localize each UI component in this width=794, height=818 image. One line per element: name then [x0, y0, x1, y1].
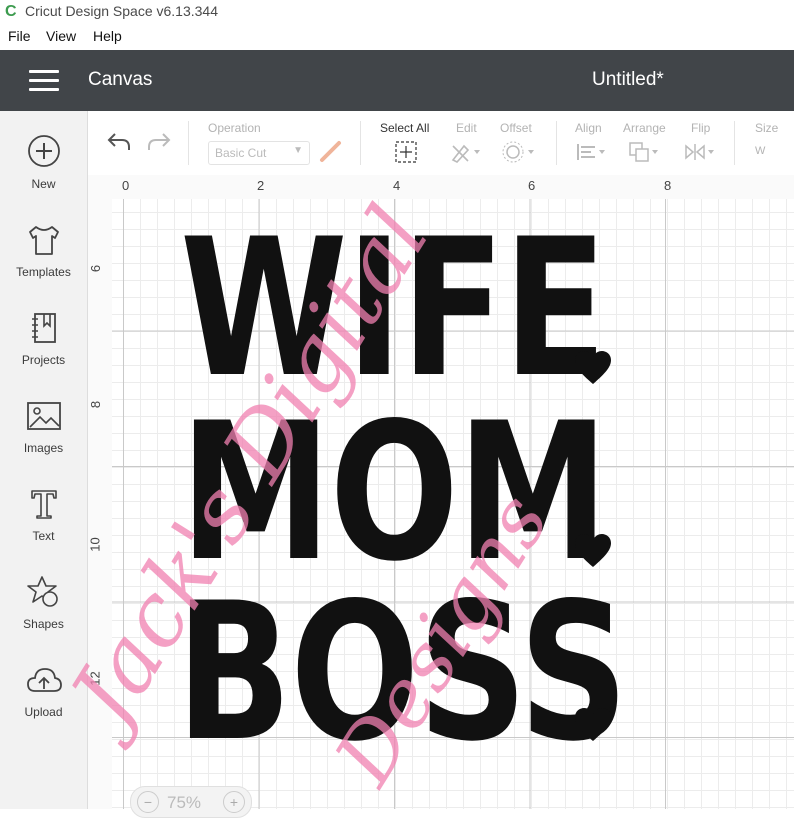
edit-icon[interactable]: [450, 140, 482, 164]
document-title[interactable]: Untitled*: [592, 69, 664, 91]
cloud-upload-icon: [26, 668, 62, 692]
menu-view[interactable]: View: [46, 28, 76, 44]
select-all-label: Select All: [380, 121, 430, 135]
sidebar-item-upload[interactable]: Upload: [0, 661, 87, 741]
arrange-icon[interactable]: [628, 140, 662, 164]
tshirt-icon: [28, 226, 59, 255]
design-word-boss[interactable]: BOSS: [176, 578, 628, 768]
ruler-mark: 8: [664, 178, 672, 193]
horizontal-ruler: 0 2 4 6 8: [88, 175, 794, 200]
sidebar-label-new: New: [31, 177, 56, 191]
sidebar-item-images[interactable]: Images: [0, 397, 87, 477]
flip-label: Flip: [691, 121, 711, 135]
title-bar: C Cricut Design Space v6.13.344: [0, 0, 794, 24]
zoom-out-button[interactable]: −: [137, 791, 159, 813]
zoom-control: − 75% +: [130, 786, 252, 818]
shapes-icon: [26, 576, 58, 607]
select-all-icon[interactable]: [394, 140, 418, 164]
ruler-mark: 10: [87, 537, 103, 552]
ruler-mark: 6: [88, 264, 104, 273]
ruler-mark: 6: [528, 178, 536, 193]
sidebar-label-upload: Upload: [24, 705, 63, 719]
sidebar-item-templates[interactable]: Templates: [0, 221, 87, 301]
hamburger-menu-icon[interactable]: [29, 70, 59, 92]
offset-label: Offset: [500, 121, 532, 135]
edit-toolbar: Operation Basic Cut ▼ Select All Edit Of…: [88, 111, 794, 176]
section-title: Canvas: [88, 69, 153, 90]
design-word-wife[interactable]: WIFE: [180, 214, 607, 404]
align-icon[interactable]: [575, 140, 609, 164]
plus-circle-icon: [27, 135, 60, 167]
sidebar-label-images: Images: [23, 441, 64, 455]
text-icon: [30, 490, 57, 519]
vertical-ruler: 6 8 10 12: [88, 199, 113, 809]
ruler-mark: 2: [257, 178, 265, 193]
menu-file[interactable]: File: [8, 28, 31, 44]
toolbar-divider: [556, 121, 557, 165]
toolbar-divider: [360, 121, 361, 165]
image-icon: [26, 402, 61, 430]
left-sidebar: New Templates Projects Images Text Shape…: [0, 111, 88, 809]
size-width-label: W: [755, 145, 766, 157]
toolbar-divider: [734, 121, 735, 165]
arrange-label: Arrange: [623, 121, 666, 135]
zoom-level: 75%: [167, 793, 202, 812]
sidebar-label-templates: Templates: [16, 265, 71, 279]
sidebar-item-projects[interactable]: Projects: [0, 309, 87, 389]
ruler-mark: 12: [87, 671, 103, 686]
sidebar-item-new[interactable]: New: [0, 133, 87, 213]
offset-icon[interactable]: [502, 140, 536, 164]
cricut-logo-icon: C: [5, 3, 17, 20]
ruler-mark: 8: [88, 400, 104, 409]
app-title: Cricut Design Space v6.13.344: [25, 3, 218, 19]
sidebar-label-projects: Projects: [21, 353, 66, 367]
edit-label: Edit: [456, 121, 477, 135]
align-label: Align: [575, 121, 602, 135]
menu-help[interactable]: Help: [93, 28, 122, 44]
menu-bar: File View Help: [0, 24, 794, 50]
chevron-down-icon: ▼: [293, 145, 303, 156]
redo-icon[interactable]: [146, 131, 172, 153]
ruler-mark: 0: [122, 178, 130, 193]
zoom-in-button[interactable]: +: [223, 791, 245, 813]
heart-icon: [575, 708, 611, 741]
app-header: Canvas Untitled*: [0, 50, 794, 111]
design-word-mom[interactable]: MOM: [180, 398, 609, 588]
sidebar-label-text: Text: [32, 529, 55, 543]
operation-label: Operation: [208, 121, 261, 135]
heart-icon: [575, 351, 611, 384]
operation-value: Basic Cut: [215, 146, 267, 160]
sidebar-label-shapes: Shapes: [23, 617, 64, 631]
toolbar-divider: [188, 121, 189, 165]
ruler-mark: 4: [393, 178, 401, 193]
operation-select[interactable]: Basic Cut ▼: [208, 141, 310, 165]
flip-icon[interactable]: [684, 140, 718, 164]
sidebar-item-shapes[interactable]: Shapes: [0, 573, 87, 653]
sidebar-item-text[interactable]: Text: [0, 485, 87, 565]
size-label: Size: [755, 121, 779, 135]
heart-icon: [575, 534, 611, 567]
pen-color-icon[interactable]: [318, 139, 344, 163]
notebook-icon: [31, 313, 56, 343]
undo-icon[interactable]: [106, 131, 132, 153]
